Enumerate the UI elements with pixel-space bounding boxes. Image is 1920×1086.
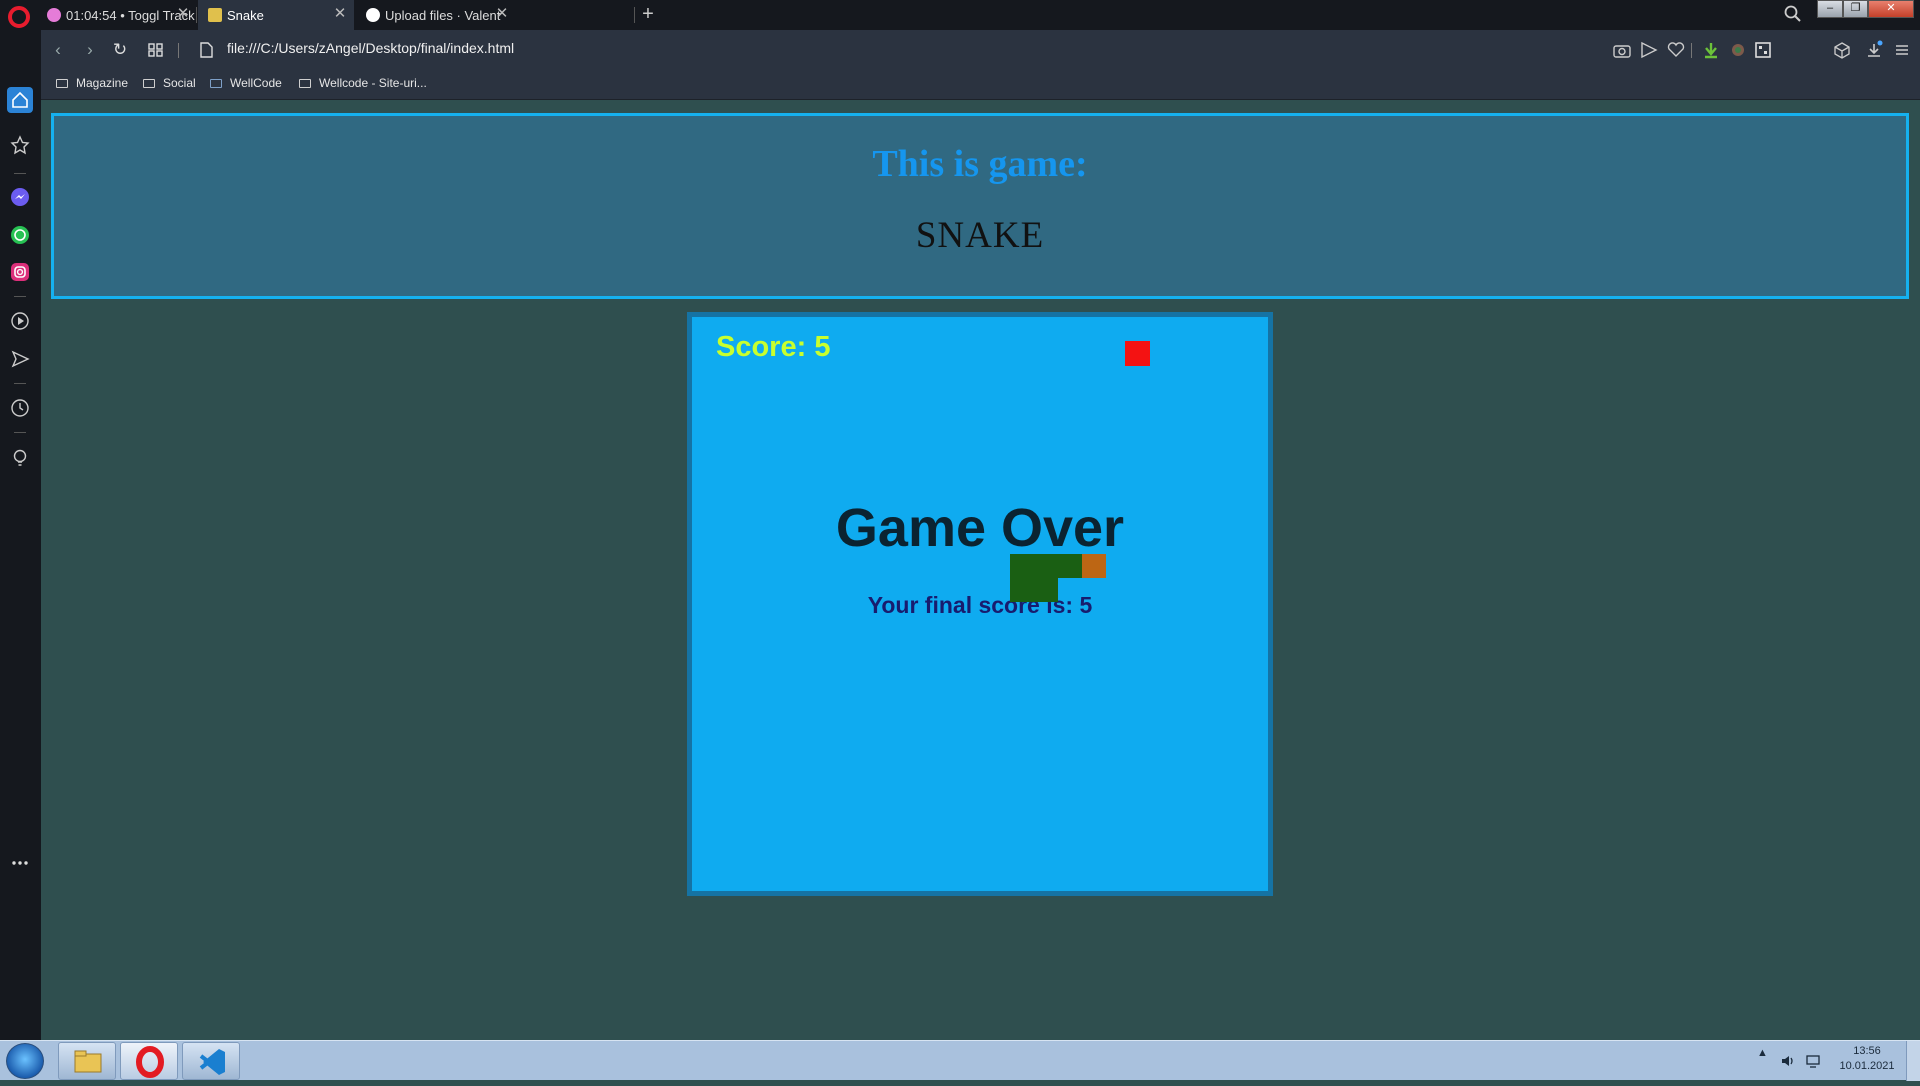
extension-icon[interactable] <box>1728 40 1748 60</box>
snake-head <box>1082 554 1106 578</box>
download-arrow-icon[interactable] <box>1701 40 1721 60</box>
wellcode-icon <box>210 78 222 88</box>
back-icon[interactable]: ‹ <box>46 38 70 62</box>
start-button[interactable] <box>6 1043 44 1079</box>
downloads-icon[interactable] <box>1864 40 1884 60</box>
reload-icon[interactable]: ↻ <box>108 38 132 62</box>
cube-icon[interactable] <box>1832 40 1852 60</box>
snake-favicon <box>208 8 222 22</box>
clock-date: 10.01.2021 <box>1839 1060 1895 1072</box>
folder-icon <box>74 1050 102 1073</box>
final-score-text: Your final score is: 5 <box>867 592 1093 618</box>
bookmark-magazine[interactable]: Magazine <box>56 76 128 90</box>
bookmark-wellcode[interactable]: WellCode <box>210 76 282 90</box>
close-tab-icon[interactable]: ✕ <box>494 6 510 22</box>
easy-setup-icon[interactable] <box>1892 40 1912 60</box>
search-tabs-icon[interactable] <box>1784 5 1802 23</box>
minimize-button[interactable]: – <box>1817 0 1843 18</box>
game-over-title: Game Over <box>835 498 1125 558</box>
folder-icon <box>143 78 155 88</box>
flow-icon[interactable] <box>9 348 31 370</box>
heart-icon[interactable] <box>1666 40 1686 60</box>
more-icon[interactable] <box>9 852 31 874</box>
volume-icon[interactable] <box>1780 1053 1796 1069</box>
close-tab-icon[interactable]: ✕ <box>332 6 348 22</box>
player-icon[interactable] <box>9 310 31 332</box>
whatsapp-icon[interactable] <box>9 224 31 246</box>
qr-code-icon[interactable] <box>1753 40 1773 60</box>
history-icon[interactable] <box>9 397 31 419</box>
vscode-icon <box>199 1049 225 1075</box>
game-canvas[interactable]: Score: 5 Game Over Your final score is: … <box>692 317 1268 891</box>
home-icon[interactable] <box>9 89 31 111</box>
folder-icon <box>299 78 311 88</box>
bookmark-wellcode-sites[interactable]: Wellcode - Site-uri... <box>299 76 427 90</box>
page-title: This is game: <box>872 143 1088 185</box>
bookmarks-bar: Magazine Social WellCode Wellcode - Site… <box>41 70 1920 100</box>
tab-github[interactable]: Upload files · Valentina987 ✕ <box>356 0 516 30</box>
instagram-icon[interactable] <box>9 261 31 283</box>
food-square <box>1125 341 1150 366</box>
score-label: Score: 5 <box>716 331 831 363</box>
game-header: This is game: SNAKE <box>51 113 1909 299</box>
close-tab-icon[interactable]: ✕ <box>175 6 191 22</box>
url-field[interactable]: file:///C:/Users/zAngel/Desktop/final/in… <box>227 40 514 56</box>
taskbar: ▲ 13:56 10.01.2021 <box>0 1040 1920 1081</box>
snake-body <box>1010 554 1058 602</box>
bookmarks-icon[interactable] <box>9 134 31 156</box>
web-page: This is game: SNAKE Score: 5 Game Over Y… <box>41 101 1920 1040</box>
forward-icon[interactable]: › <box>78 38 102 62</box>
lightbulb-icon[interactable] <box>9 447 31 469</box>
game-frame: Score: 5 Game Over Your final score is: … <box>687 312 1273 896</box>
close-window-button[interactable]: ✕ <box>1868 0 1914 18</box>
game-name: SNAKE <box>915 215 1045 256</box>
tab-toggl[interactable]: 01:04:54 • Toggl Track ✕ <box>37 0 197 30</box>
speed-dial-icon[interactable] <box>146 40 166 60</box>
clock[interactable]: 13:56 10.01.2021 <box>1832 1045 1902 1072</box>
sidebar <box>0 30 41 1040</box>
tab-title: Upload files · Valentina987 <box>385 7 501 23</box>
address-bar: ‹ › ↻ file:///C:/Users/zAngel/Desktop/fi… <box>41 30 1920 70</box>
file-explorer-button[interactable] <box>58 1042 116 1080</box>
vscode-taskbar-button[interactable] <box>182 1042 240 1080</box>
show-desktop-button[interactable] <box>1906 1041 1920 1081</box>
bookmark-social[interactable]: Social <box>143 76 196 90</box>
messenger-icon[interactable] <box>9 186 31 208</box>
github-icon <box>366 8 380 22</box>
tab-bar: 01:04:54 • Toggl Track ✕ Snake ✕ Upload … <box>0 0 1920 30</box>
opera-menu-icon[interactable] <box>8 6 30 28</box>
show-hidden-icons[interactable]: ▲ <box>1757 1047 1768 1059</box>
toggl-icon <box>47 8 61 22</box>
opera-icon <box>136 1046 164 1078</box>
opera-taskbar-button[interactable] <box>120 1042 178 1080</box>
new-tab-button[interactable]: + <box>638 3 658 26</box>
snake-body <box>1058 554 1082 578</box>
tab-snake[interactable]: Snake ✕ <box>198 0 354 30</box>
send-icon[interactable] <box>1639 40 1659 60</box>
page-icon <box>200 42 213 58</box>
clock-time: 13:56 <box>1853 1045 1881 1057</box>
maximize-button[interactable]: ❐ <box>1843 0 1868 18</box>
network-icon[interactable] <box>1805 1053 1821 1069</box>
folder-icon <box>56 78 68 88</box>
snapshot-icon[interactable] <box>1612 40 1632 60</box>
